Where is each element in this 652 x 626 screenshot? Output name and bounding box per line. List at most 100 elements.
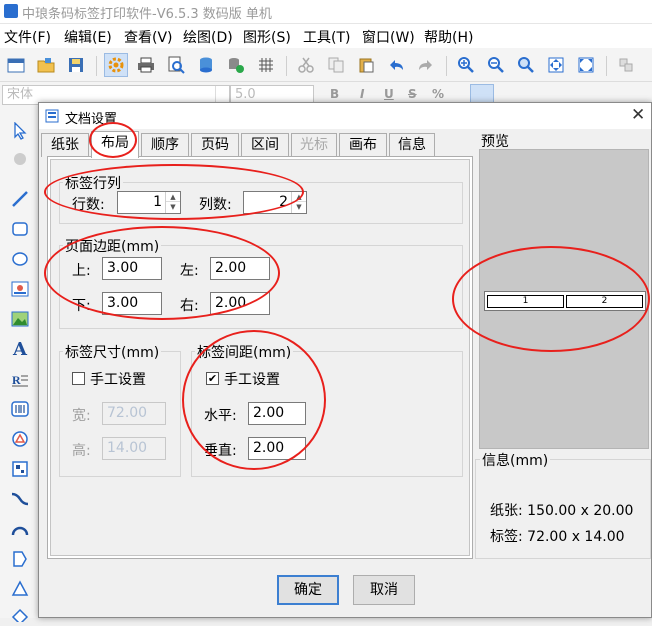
label-size-manual-checkbox[interactable] [72, 372, 85, 385]
cancel-button[interactable]: 取消 [353, 575, 415, 605]
dialog-tabs: 纸张 布局 顺序 页码 区间 光标 画布 信息 [41, 131, 461, 158]
margin-top-input[interactable]: 3.00 [102, 257, 162, 280]
spin-down-icon[interactable]: ▼ [292, 202, 306, 212]
open-folder-icon[interactable] [34, 53, 58, 77]
rectangle-tool-icon[interactable] [9, 218, 31, 240]
spin-up-icon[interactable]: ▲ [292, 192, 306, 202]
preview-area: 1 2 [479, 149, 649, 449]
label-height-label: 高: [72, 443, 91, 459]
diamond-tool-icon[interactable] [9, 604, 31, 626]
label-width-label: 宽: [72, 408, 91, 424]
margin-left-label: 左: [180, 263, 199, 279]
menu-file[interactable]: 文件(F) [4, 27, 51, 47]
tab-page-number[interactable]: 页码 [191, 133, 239, 157]
curve-tool-icon[interactable] [9, 488, 31, 510]
redo-icon[interactable] [414, 53, 438, 77]
paste-icon[interactable] [354, 53, 378, 77]
gap-vertical-input[interactable]: 2.00 [248, 437, 306, 460]
italic-button[interactable]: I [360, 87, 364, 101]
menu-window[interactable]: 窗口(W) [362, 27, 415, 47]
print-icon[interactable] [134, 53, 158, 77]
page-margins-group-title: 页面边距(mm) [63, 236, 162, 256]
menu-shape[interactable]: 图形(S) [243, 27, 291, 47]
database-settings-icon[interactable] [224, 53, 248, 77]
strikethrough-button[interactable]: S [408, 87, 417, 101]
rows-spin-arrows[interactable]: ▲ ▼ [165, 192, 180, 213]
underline-button[interactable]: U [384, 87, 394, 101]
gap-horizontal-input[interactable]: 2.00 [248, 402, 306, 425]
qrcode-tool-icon[interactable] [9, 428, 31, 450]
polygon-tool-icon[interactable] [9, 548, 31, 570]
info-group-title: 信息(mm) [480, 450, 551, 470]
menu-tools[interactable]: 工具(T) [303, 27, 350, 47]
menu-draw[interactable]: 绘图(D) [183, 27, 233, 47]
tab-range[interactable]: 区间 [241, 133, 289, 157]
undo-icon[interactable] [384, 53, 408, 77]
zoom-out-icon[interactable] [484, 53, 508, 77]
label-gap-group: 标签间距(mm) ✔ 手工设置 水平: 2.00 垂直: 2.00 [191, 342, 463, 477]
new-document-icon[interactable] [4, 53, 28, 77]
info-label-size: 标签: 72.00 x 14.00 [490, 529, 625, 545]
line-tool-icon[interactable] [9, 188, 31, 210]
text-tool-icon[interactable]: A [9, 338, 31, 360]
layout-tab-panel: 标签行列 行数: 1 ▲ ▼ 列数: 2 ▲ ▼ 页面边距(mm) 上: 3.00 … [47, 156, 473, 559]
print-preview-icon[interactable] [164, 53, 188, 77]
arc-tool-icon[interactable] [9, 518, 31, 540]
char-spacing-button[interactable]: % [432, 87, 444, 101]
copy-icon[interactable] [324, 53, 348, 77]
tab-info[interactable]: 信息 [389, 133, 435, 157]
cut-icon[interactable] [294, 53, 318, 77]
tab-order[interactable]: 顺序 [141, 133, 189, 157]
menu-view[interactable]: 查看(V) [124, 27, 173, 47]
grid-icon[interactable] [254, 53, 278, 77]
label-size-group-title: 标签尺寸(mm) [63, 342, 162, 362]
close-icon[interactable]: ✕ [631, 105, 645, 125]
dialog-title-bar: 文档设置 ✕ [39, 103, 651, 129]
tab-canvas[interactable]: 画布 [339, 133, 387, 157]
bold-button[interactable]: B [330, 87, 339, 101]
fit-page-icon[interactable] [544, 53, 568, 77]
menu-edit[interactable]: 编辑(E) [64, 27, 112, 47]
database-icon[interactable] [194, 53, 218, 77]
menu-help[interactable]: 帮助(H) [424, 27, 473, 47]
label-gap-manual-checkbox[interactable]: ✔ [206, 372, 219, 385]
margin-bottom-input[interactable]: 3.00 [102, 292, 162, 315]
fit-width-icon[interactable] [574, 53, 598, 77]
rows-value: 1 [153, 194, 162, 210]
save-icon[interactable] [64, 53, 88, 77]
rich-text-tool-icon[interactable]: R [9, 368, 31, 390]
label-gap-manual-label: 手工设置 [224, 372, 280, 388]
ellipse-tool-icon[interactable] [9, 248, 31, 270]
preview-label-cell: 1 [487, 295, 564, 308]
margin-right-input[interactable]: 2.00 [210, 292, 270, 315]
triangle-tool-icon[interactable] [9, 578, 31, 600]
label-height-input: 14.00 [102, 437, 166, 460]
zoom-in-icon[interactable] [454, 53, 478, 77]
select-arrow-icon[interactable] [9, 120, 31, 142]
label-width-input: 72.00 [102, 402, 166, 425]
cols-stepper[interactable]: 2 ▲ ▼ [243, 191, 307, 214]
zoom-actual-icon[interactable] [514, 53, 538, 77]
font-name-value: 宋体 [7, 87, 34, 102]
picture-tool-icon[interactable] [9, 308, 31, 330]
dialog-icon [45, 109, 59, 123]
barcode-tool-icon[interactable] [9, 398, 31, 420]
table-tool-icon[interactable] [9, 458, 31, 480]
spin-down-icon[interactable]: ▼ [166, 202, 180, 212]
tab-paper[interactable]: 纸张 [41, 133, 89, 157]
margin-bottom-label: 下: [72, 298, 91, 314]
document-settings-icon[interactable] [104, 53, 128, 77]
group-icon[interactable] [614, 53, 638, 77]
label-gap-group-title: 标签间距(mm) [195, 342, 294, 362]
ok-button[interactable]: 确定 [277, 575, 339, 605]
rotate-icon[interactable] [9, 148, 31, 170]
spin-up-icon[interactable]: ▲ [166, 192, 180, 202]
margin-left-input[interactable]: 2.00 [210, 257, 270, 280]
tab-layout[interactable]: 布局 [91, 131, 139, 158]
tab-cursor: 光标 [291, 133, 337, 157]
cols-spin-arrows[interactable]: ▲ ▼ [291, 192, 306, 213]
font-size-value: 5.0 [235, 87, 256, 102]
rows-stepper[interactable]: 1 ▲ ▼ [117, 191, 181, 214]
label-size-group: 标签尺寸(mm) 手工设置 宽: 72.00 高: 14.00 [59, 342, 181, 477]
image-tool-icon[interactable] [9, 278, 31, 300]
